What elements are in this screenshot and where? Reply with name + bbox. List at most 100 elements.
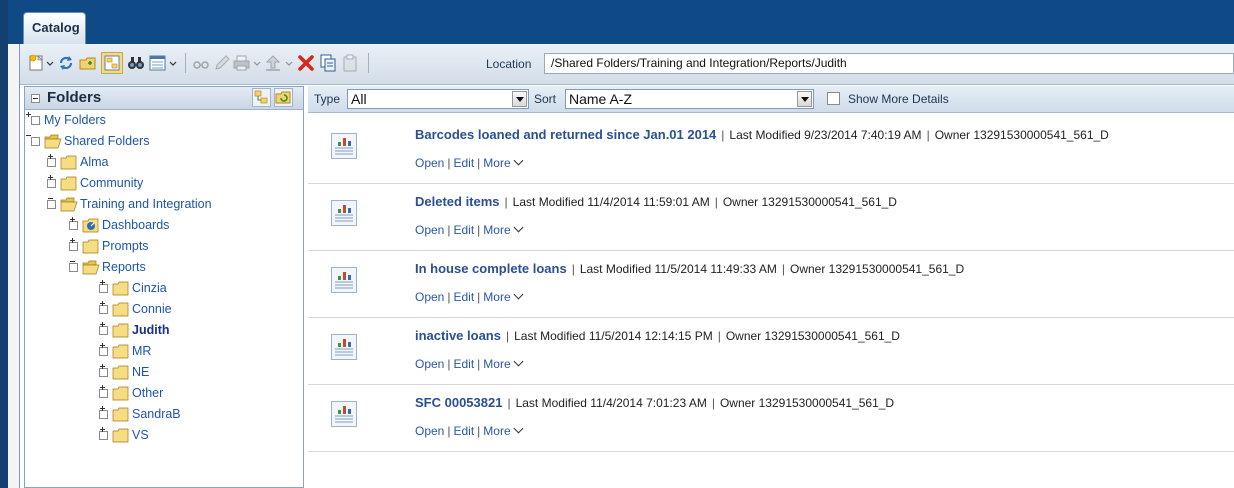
edit-link[interactable]: Edit bbox=[453, 156, 474, 170]
expand-toggle[interactable] bbox=[47, 178, 56, 188]
paste-button[interactable] bbox=[340, 52, 360, 74]
more-menu-link[interactable]: More bbox=[483, 356, 524, 371]
expand-toggle[interactable] bbox=[69, 241, 78, 251]
tree-node-dashboards[interactable]: Dashboards bbox=[69, 216, 169, 234]
more-menu-link[interactable]: More bbox=[483, 423, 524, 438]
collapse-toggle[interactable] bbox=[31, 136, 40, 146]
tree-node-label: Prompts bbox=[102, 239, 149, 253]
expand-toggle[interactable] bbox=[99, 409, 108, 419]
catalog-page: Location /Shared Folders/Training and In… bbox=[19, 44, 1234, 488]
location-path-field[interactable]: /Shared Folders/Training and Integration… bbox=[544, 53, 1234, 74]
separator: | bbox=[711, 396, 715, 410]
show-more-details-label: Show More Details bbox=[848, 92, 949, 106]
catalog-item-name-link[interactable]: inactive loans bbox=[415, 328, 501, 343]
show-more-details-checkbox[interactable] bbox=[827, 92, 840, 105]
upload-icon bbox=[265, 55, 293, 71]
separator: | bbox=[505, 329, 510, 343]
expand-toggle[interactable] bbox=[69, 220, 78, 230]
tree-node-mr[interactable]: MR bbox=[99, 342, 151, 360]
tree-node-shared-folders[interactable]: Shared Folders bbox=[25, 132, 149, 150]
tree-node-label: Alma bbox=[80, 155, 109, 169]
more-menu-link[interactable]: More bbox=[483, 289, 524, 304]
tree-node-reports[interactable]: Reports bbox=[69, 258, 146, 276]
upload-menu-button[interactable] bbox=[264, 52, 296, 74]
open-folder-icon bbox=[60, 197, 78, 211]
expand-toggle[interactable] bbox=[99, 283, 108, 293]
catalog-item-name-link[interactable]: Barcodes loaned and returned since Jan.0… bbox=[415, 127, 716, 142]
collapse-toggle[interactable] bbox=[69, 262, 78, 272]
collapse-toggle[interactable] bbox=[47, 199, 56, 209]
search-button[interactable] bbox=[126, 52, 146, 74]
expand-toggle[interactable] bbox=[99, 367, 108, 377]
folder-icon bbox=[82, 239, 99, 253]
tree-node-prompts[interactable]: Prompts bbox=[69, 237, 149, 255]
more-label: More bbox=[483, 357, 511, 371]
expand-toggle[interactable] bbox=[99, 346, 108, 356]
sort-select[interactable]: Name A-Z bbox=[565, 89, 814, 109]
catalog-item-name-link[interactable]: Deleted items bbox=[415, 194, 500, 209]
analysis-report-icon bbox=[331, 334, 357, 360]
catalog-item-modified: Last Modified 9/23/2014 7:40:19 AM bbox=[729, 128, 922, 142]
separator: | bbox=[571, 262, 575, 276]
folder-tree-icon bbox=[104, 55, 120, 71]
open-link[interactable]: Open bbox=[415, 357, 444, 371]
expand-toggle[interactable] bbox=[99, 388, 108, 398]
new-folder-button[interactable] bbox=[78, 52, 98, 74]
catalog-item-owner: Owner 13291530000541_561_D bbox=[722, 195, 897, 209]
tree-node-other[interactable]: Other bbox=[99, 384, 163, 402]
tree-node-alma[interactable]: Alma bbox=[47, 153, 108, 171]
tree-node-sandrab[interactable]: SandraB bbox=[99, 405, 181, 423]
pencil-icon bbox=[215, 55, 230, 70]
expand-toggle[interactable] bbox=[47, 157, 56, 167]
tree-node-label: Training and Integration bbox=[80, 197, 212, 211]
type-select[interactable]: All bbox=[347, 89, 529, 109]
tree-node-my-folders[interactable]: My Folders bbox=[25, 111, 106, 129]
separator: | bbox=[477, 156, 481, 170]
tree-node-ne[interactable]: NE bbox=[99, 363, 149, 381]
view-menu-button[interactable] bbox=[149, 52, 179, 74]
print-menu-button[interactable] bbox=[233, 52, 263, 74]
tree-node-judith[interactable]: Judith bbox=[99, 321, 170, 339]
catalog-item-title-line: Barcodes loaned and returned since Jan.0… bbox=[415, 127, 1109, 142]
folder-icon bbox=[112, 302, 129, 316]
edit-link[interactable]: Edit bbox=[453, 223, 474, 237]
tree-node-connie[interactable]: Connie bbox=[99, 300, 172, 318]
open-link[interactable]: Open bbox=[415, 156, 444, 170]
more-menu-link[interactable]: More bbox=[483, 155, 524, 170]
edit-button[interactable] bbox=[212, 52, 232, 74]
paste-icon bbox=[343, 54, 357, 72]
edit-link[interactable]: Edit bbox=[453, 357, 474, 371]
tree-node-cinzia[interactable]: Cinzia bbox=[99, 279, 167, 297]
sort-label: Sort bbox=[534, 92, 557, 106]
expand-toggle[interactable] bbox=[99, 430, 108, 440]
new-menu-button[interactable] bbox=[28, 52, 54, 74]
tree-node-vs[interactable]: VS bbox=[99, 426, 149, 444]
properties-button[interactable] bbox=[191, 52, 211, 74]
tab-catalog[interactable]: Catalog bbox=[23, 12, 86, 44]
edit-link[interactable]: Edit bbox=[453, 290, 474, 304]
open-link[interactable]: Open bbox=[415, 223, 444, 237]
chevron-down-icon bbox=[513, 289, 524, 300]
edit-link[interactable]: Edit bbox=[453, 424, 474, 438]
expand-toggle[interactable] bbox=[99, 304, 108, 314]
tree-node-community[interactable]: Community bbox=[47, 174, 143, 192]
show-folders-toggle[interactable] bbox=[101, 52, 123, 74]
collapse-folders-pane-button[interactable] bbox=[31, 94, 40, 103]
catalog-item-modified: Last Modified 11/4/2014 7:01:23 AM bbox=[515, 396, 707, 410]
more-menu-link[interactable]: More bbox=[483, 222, 524, 237]
copy-button[interactable] bbox=[318, 52, 338, 74]
catalog-item-name-link[interactable]: SFC 00053821 bbox=[415, 395, 502, 410]
open-link[interactable]: Open bbox=[415, 424, 444, 438]
refresh-button[interactable] bbox=[56, 52, 76, 74]
delete-button[interactable] bbox=[296, 52, 316, 74]
more-label: More bbox=[483, 223, 511, 237]
tree-node-training-and-integration[interactable]: Training and Integration bbox=[47, 195, 212, 213]
folder-tree-view-button[interactable] bbox=[252, 88, 271, 107]
list-view-icon bbox=[149, 55, 177, 71]
catalog-item-actions: Open | Edit | More bbox=[415, 423, 524, 438]
catalog-item-name-link[interactable]: In house complete loans bbox=[415, 261, 567, 276]
open-link[interactable]: Open bbox=[415, 290, 444, 304]
expand-toggle[interactable] bbox=[31, 115, 40, 125]
expand-toggle[interactable] bbox=[99, 325, 108, 335]
folder-refresh-button[interactable] bbox=[274, 88, 293, 107]
